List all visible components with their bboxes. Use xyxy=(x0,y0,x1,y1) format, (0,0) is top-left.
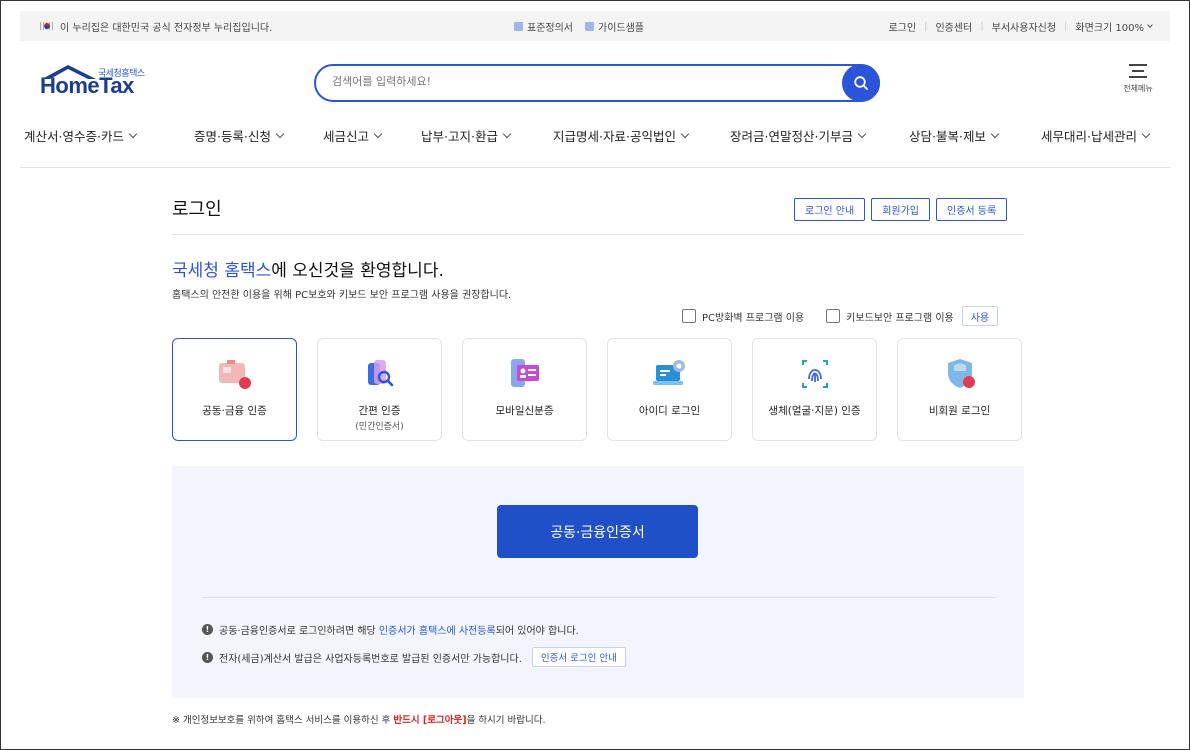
top-button-group: 로그인 안내 회원가입 인증서 등록 xyxy=(794,198,1008,221)
use-button[interactable]: 사용 xyxy=(961,306,999,326)
screen-size-dropdown[interactable]: 화면크기 100% xyxy=(1075,19,1153,34)
signup-button[interactable]: 회원가입 xyxy=(871,198,930,221)
login-panel: 공동·금융인증서 ! 공동·금융인증서로 로그인하려면 해당 인증서가 홈택스에… xyxy=(172,466,1024,698)
chevron-down-icon xyxy=(502,129,512,139)
nav-tax-agent[interactable]: 세무대리·납세관리 xyxy=(1041,126,1151,145)
login-method-label: 간편 인증 xyxy=(358,405,401,417)
login-method-biometric[interactable]: 생체(얼굴·지문) 인증 xyxy=(752,338,877,441)
chevron-down-icon xyxy=(1141,129,1151,139)
login-method-label: 공동·금융 인증 xyxy=(202,405,267,417)
dept-user-request-link[interactable]: 부서사용자신청 xyxy=(992,19,1056,34)
chevron-down-icon xyxy=(990,129,1000,139)
cert-center-link[interactable]: 인증센터 xyxy=(935,19,972,34)
all-menu-button[interactable]: 전체메뉴 xyxy=(1118,64,1158,94)
all-menu-label: 전체메뉴 xyxy=(1123,84,1153,93)
joint-financial-cert-button[interactable]: 공동·금융인증서 xyxy=(497,505,698,558)
hamburger-icon xyxy=(1129,64,1147,78)
document-icon xyxy=(514,21,523,31)
pc-firewall-option[interactable]: PC방화벽 프로그램 이용 xyxy=(682,309,804,324)
nav-payment-notice-refund[interactable]: 납부·고지·환급 xyxy=(421,126,512,145)
search-input[interactable] xyxy=(332,75,832,88)
chevron-down-icon xyxy=(275,129,285,139)
login-link[interactable]: 로그인 xyxy=(888,19,916,34)
welcome-subtext: 홈택스의 안전한 이용을 위해 PC보호와 키보드 보안 프로그램 사용을 권장… xyxy=(172,290,512,301)
keyboard-security-checkbox[interactable] xyxy=(826,309,841,323)
fingerprint-icon xyxy=(802,360,828,388)
search-button[interactable] xyxy=(842,64,880,102)
nav-consult-appeal-report[interactable]: 상담·불복·제보 xyxy=(909,126,1000,145)
pc-firewall-checkbox[interactable] xyxy=(682,309,696,323)
hometax-logo[interactable]: 국세청홈택스 HomeTax xyxy=(38,63,163,103)
nav-divider xyxy=(20,167,1170,168)
chevron-down-icon xyxy=(680,129,690,139)
security-options: PC방화벽 프로그램 이용 키보드보안 프로그램 이용 사용 xyxy=(682,306,999,326)
mobile-id-icon xyxy=(511,359,539,387)
login-method-mobile-id[interactable]: 모바일신분증 xyxy=(462,338,587,441)
register-cert-button[interactable]: 인증서 등록 xyxy=(936,198,1008,221)
nav-payment-statement[interactable]: 지급명세·자료·공익법인 xyxy=(553,126,690,145)
chevron-down-icon xyxy=(373,129,383,139)
cert-registration-note: ! 공동·금융인증서로 로그인하려면 해당 인증서가 홈택스에 사전등록되어 있… xyxy=(202,622,579,637)
login-method-sublabel: (민간인증서) xyxy=(355,422,404,432)
nav-certificate-registration[interactable]: 증명·등록·신청 xyxy=(194,126,285,145)
gov-banner: 이 누리집은 대한민국 공식 전자정부 누리집입니다. 표준정의서 가이드샘플 … xyxy=(20,11,1170,41)
search-icon xyxy=(854,76,868,90)
login-method-label: 비회원 로그인 xyxy=(928,405,991,417)
title-divider xyxy=(172,234,1024,235)
pre-registration-link[interactable]: 인증서가 홈택스에 사전등록 xyxy=(379,626,496,637)
logo-text: HomeTax xyxy=(40,73,134,98)
info-icon: ! xyxy=(202,624,213,635)
login-guide-button[interactable]: 로그인 안내 xyxy=(794,198,866,221)
gov-banner-text: 이 누리집은 대한민국 공식 전자정부 누리집입니다. xyxy=(60,22,273,34)
korea-flag-icon xyxy=(40,21,54,31)
login-method-guest[interactable]: 비회원 로그인 xyxy=(897,338,1022,441)
standard-doc-link[interactable]: 표준정의서 xyxy=(514,19,573,34)
welcome-heading: 국세청 홈택스에 오신것을 환영합니다. xyxy=(172,261,444,281)
login-method-simple-auth[interactable]: 간편 인증 (민간인증서) xyxy=(317,338,442,441)
chevron-down-icon xyxy=(1147,21,1153,28)
guide-sample-link[interactable]: 가이드샘플 xyxy=(585,19,644,34)
main-navigation: 계산서·영수증·카드 증명·등록·신청 세금신고 납부·고지·환급 지급명세·자… xyxy=(24,126,1174,148)
search-bar xyxy=(314,64,880,102)
login-method-id-login[interactable]: 아이디 로그인 xyxy=(607,338,732,441)
chevron-down-icon xyxy=(857,129,867,139)
guest-shield-icon xyxy=(948,359,975,388)
simple-auth-phone-icon xyxy=(368,360,394,387)
info-icon: ! xyxy=(202,651,213,663)
login-method-label: 생체(얼굴·지문) 인증 xyxy=(768,405,861,417)
page-title: 로그인 xyxy=(172,199,222,220)
panel-divider xyxy=(202,597,996,598)
login-method-label: 모바일신분증 xyxy=(495,405,554,417)
nav-invoice-receipt-card[interactable]: 계산서·영수증·카드 xyxy=(24,126,138,145)
nav-tax-filing[interactable]: 세금신고 xyxy=(323,126,383,145)
login-method-joint-financial[interactable]: 공동·금융 인증 xyxy=(172,338,297,441)
e-invoice-note: ! 전자(세금)계산서 발급은 사업자등록번호로 발급된 인증서만 가능합니다.… xyxy=(202,647,626,667)
keyboard-security-option[interactable]: 키보드보안 프로그램 이용 xyxy=(826,309,954,324)
certificate-card-icon xyxy=(219,360,251,389)
logout-reminder: ※ 개인정보보호를 위하여 홈택스 서비스를 이용하신 후 반드시 [로그아웃]… xyxy=(172,715,546,726)
cert-login-guide-button[interactable]: 인증서 로그인 안내 xyxy=(531,647,626,667)
login-method-label: 아이디 로그인 xyxy=(638,405,701,417)
chevron-down-icon xyxy=(128,129,138,139)
id-login-laptop-icon xyxy=(653,360,685,385)
document-icon xyxy=(585,21,594,31)
nav-incentive-year-end[interactable]: 장려금·연말정산·기부금 xyxy=(730,126,867,145)
